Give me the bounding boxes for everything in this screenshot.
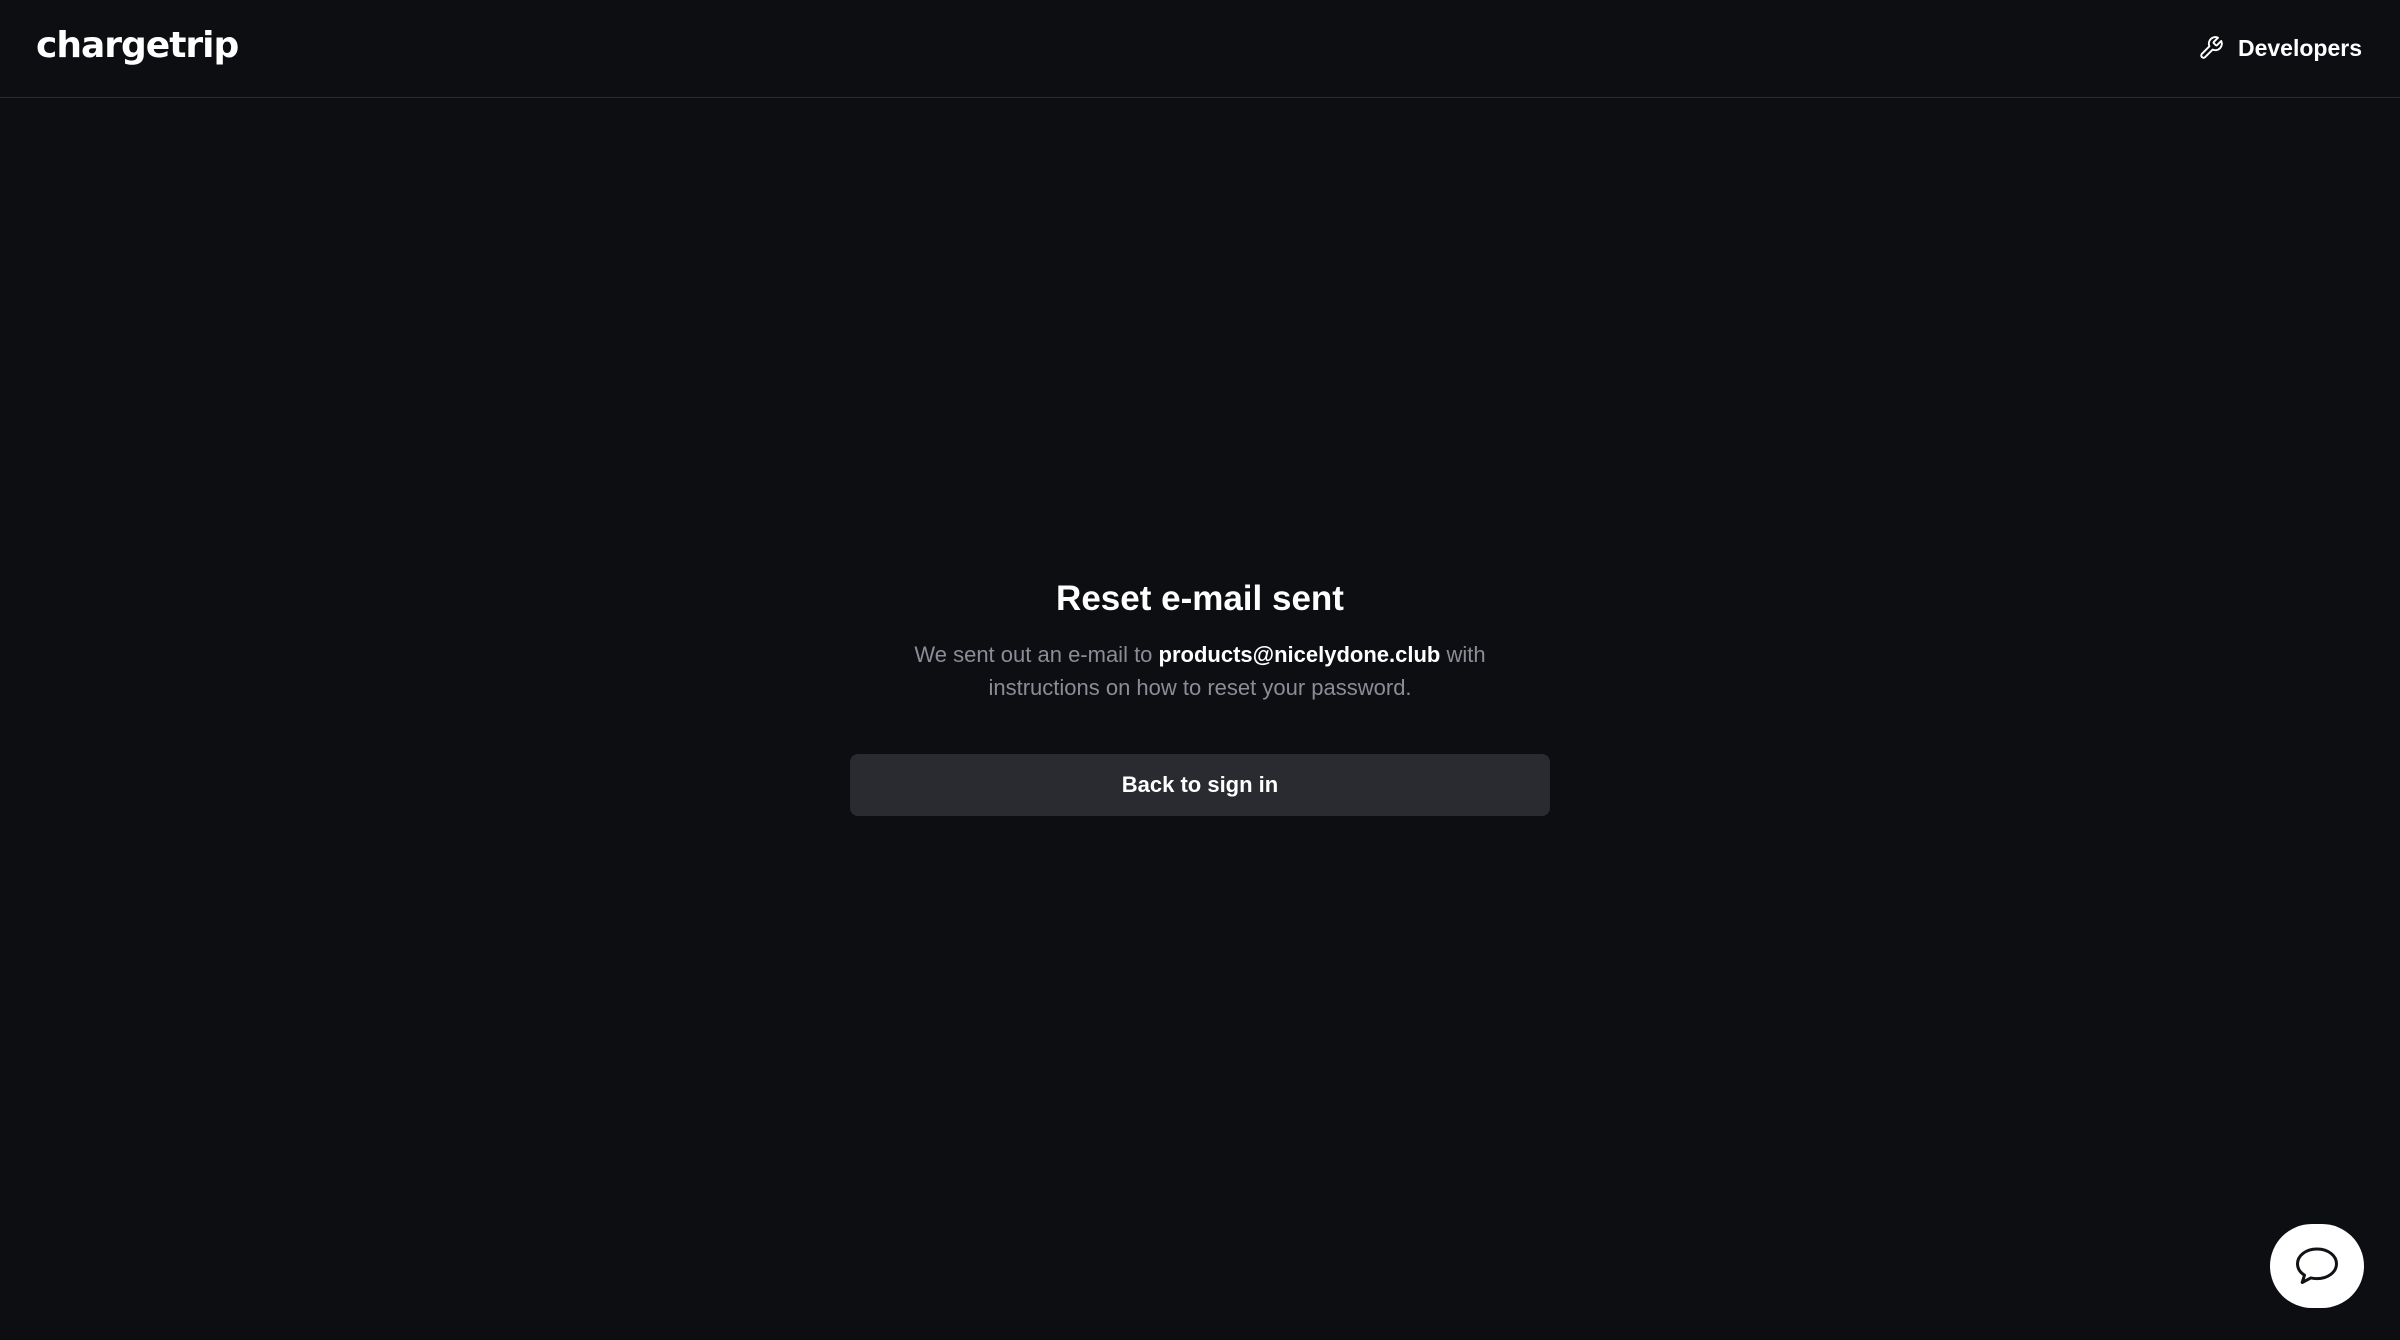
chat-button[interactable] (2270, 1224, 2364, 1308)
wrench-icon (2198, 35, 2224, 61)
chargetrip-logo[interactable]: chargetrip (36, 22, 239, 70)
chat-bubble-icon (2293, 1244, 2341, 1288)
email-address: products@nicelydone.club (1158, 642, 1441, 667)
back-to-sign-in-button[interactable]: Back to sign in (850, 754, 1550, 816)
developers-link[interactable]: Developers (2198, 30, 2362, 66)
developers-label: Developers (2237, 34, 2362, 61)
message-prefix: We sent out an e-mail to (914, 642, 1159, 667)
confirmation-message: We sent out an e-mail to products@nicely… (880, 638, 1520, 704)
top-bar: chargetrip Developers (0, 0, 2400, 98)
page-title: Reset e-mail sent (1056, 579, 1344, 618)
reset-confirmation: Reset e-mail sent We sent out an e-mail … (0, 574, 2400, 816)
